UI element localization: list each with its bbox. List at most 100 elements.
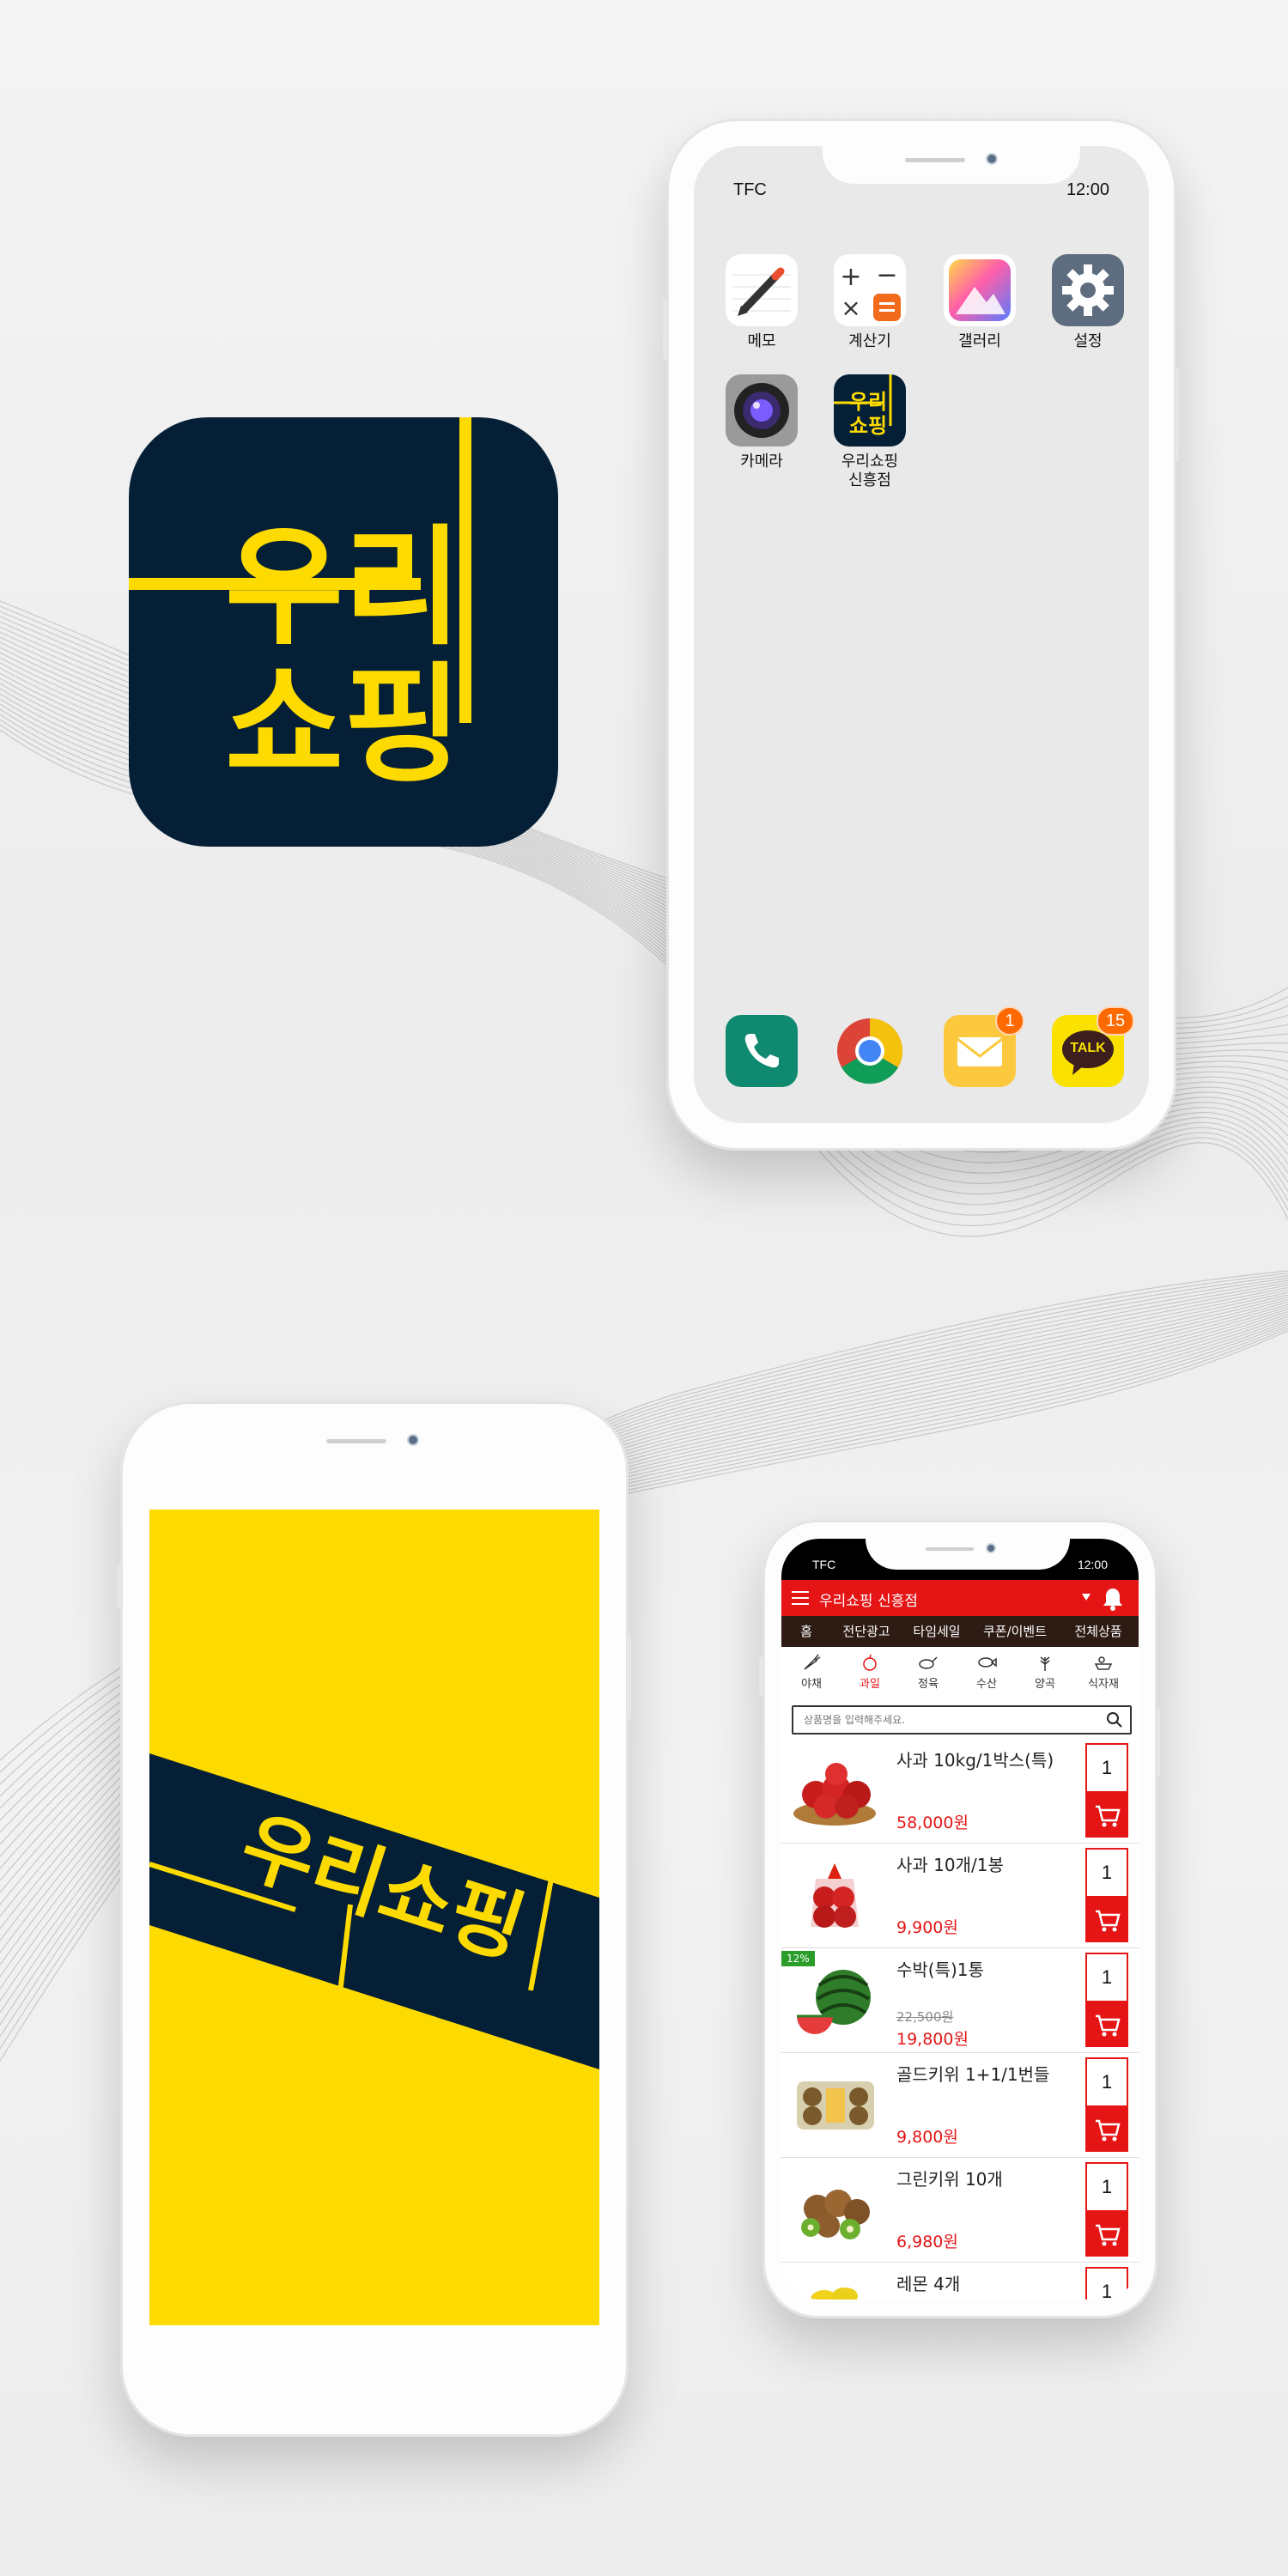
svg-text:−: − — [876, 260, 897, 290]
category-seafood[interactable]: 수산 — [958, 1652, 1015, 1691]
add-to-cart-button[interactable] — [1085, 1791, 1128, 1838]
status-carrier: TFC — [812, 1558, 836, 1571]
tab-timesale[interactable]: 타임세일 — [902, 1616, 972, 1647]
status-time: 12:00 — [1077, 1558, 1108, 1571]
app-memo[interactable]: 메모 — [714, 254, 809, 350]
app-label: 메모 — [747, 332, 776, 349]
dock-phone[interactable] — [714, 1015, 809, 1087]
splash-banner: 우리쇼핑 — [149, 1753, 599, 2069]
settings-icon — [1052, 254, 1124, 326]
product-image-watermelon — [797, 1970, 871, 2034]
product-original-price: 22,500원 — [896, 2009, 954, 2025]
power-button — [1175, 368, 1179, 462]
tab-home[interactable]: 홈 — [781, 1616, 831, 1649]
volume-button — [759, 1657, 763, 1695]
app-woori-shopping[interactable]: 우리 쇼핑 우리쇼핑 신흥점 — [823, 374, 917, 489]
product-image-apples-bag — [811, 1863, 859, 1928]
category-bar: 야채 과일 정육 수산 양곡 식자재 — [781, 1647, 1139, 1700]
quantity-input[interactable]: 1 — [1085, 1743, 1128, 1793]
category-grain[interactable]: 양곡 — [1017, 1652, 1073, 1691]
search-input[interactable] — [793, 1707, 1089, 1733]
phone-splash-screen: 우리쇼핑 — [117, 1401, 631, 2437]
quantity-input[interactable]: 1 — [1085, 1848, 1128, 1898]
power-button — [1156, 1709, 1160, 1777]
product-image-gold-kiwi — [797, 2081, 874, 2129]
grain-icon — [1040, 1656, 1050, 1671]
search-bar — [792, 1705, 1132, 1735]
product-row[interactable]: 사과 10kg/1박스(특) 58,000원 1 — [781, 1738, 1139, 1844]
dock-kakaotalk[interactable]: TALK 15 — [1041, 1006, 1135, 1087]
quantity-input[interactable]: 1 — [1085, 2267, 1128, 2300]
svg-text:+: + — [840, 262, 861, 292]
dock-chrome[interactable] — [823, 1015, 917, 1087]
tab-flyer[interactable]: 전단광고 — [831, 1616, 902, 1647]
product-row[interactable]: 12% 수박(특)1통 22,500원 19,800원 1 — [781, 1947, 1139, 2053]
app-logo-icon: 우리 쇼핑 — [129, 417, 558, 847]
product-name: 레몬 4개 — [896, 2274, 961, 2294]
app-label-line1: 우리쇼핑 — [841, 453, 899, 470]
cart-icon — [1096, 2119, 1121, 2142]
product-image-lemon — [811, 2287, 858, 2300]
cart-icon — [1096, 1805, 1121, 1827]
search-icon[interactable] — [1106, 1711, 1123, 1728]
ingredients-icon — [1094, 1656, 1113, 1670]
tab-coupon-event[interactable]: 쿠폰/이벤트 — [972, 1616, 1058, 1647]
category-fruit[interactable]: 과일 — [841, 1652, 898, 1691]
mail-icon: 1 — [944, 1006, 1024, 1087]
talk-text: TALK — [1070, 1041, 1106, 1055]
app-gallery[interactable]: 갤러리 — [933, 254, 1027, 350]
phone-shopping-app: TFC 12:00 우리쇼핑 신흥점 홈 전단광고 타임세일 쿠폰/이벤트 전체… — [759, 1520, 1160, 2318]
app-label-line2: 신흥점 — [848, 471, 891, 489]
product-price: 9,900원 — [896, 1918, 958, 1937]
home-screen: TFC 12:00 메모 + − × 계산기 갤러리 설정 카메라 우리 쇼핑 … — [694, 146, 1149, 1123]
menu-icon[interactable] — [792, 1591, 809, 1605]
store-name[interactable]: 우리쇼핑 신흥점 — [819, 1589, 918, 1610]
category-meat[interactable]: 정육 — [900, 1652, 957, 1691]
volume-button — [117, 1564, 121, 1607]
status-carrier: TFC — [733, 180, 767, 199]
product-price: 9,800원 — [896, 2128, 958, 2147]
product-row[interactable]: 사과 10개/1봉 9,900원 1 — [781, 1843, 1139, 1948]
quantity-input[interactable]: 1 — [1085, 2057, 1128, 2107]
category-label: 야채 — [801, 1678, 822, 1691]
app-label: 설정 — [1073, 332, 1103, 349]
category-label: 정육 — [918, 1678, 939, 1691]
kakaotalk-badge: 15 — [1097, 1006, 1134, 1036]
svg-text:쇼핑: 쇼핑 — [849, 414, 887, 438]
add-to-cart-button[interactable] — [1085, 2210, 1128, 2257]
product-name: 사과 10개/1봉 — [896, 1855, 1004, 1875]
app-calculator[interactable]: + − × 계산기 — [823, 254, 917, 350]
fish-icon — [978, 1657, 997, 1668]
front-camera — [986, 153, 998, 165]
notch — [249, 1429, 500, 1467]
splash-screen: 우리쇼핑 — [149, 1510, 599, 2325]
add-to-cart-button[interactable] — [1085, 2105, 1128, 2152]
wooriShopping-app-icon: 우리 쇼핑 — [834, 374, 906, 447]
product-price: 6,980원 — [896, 2233, 958, 2251]
tab-all-products[interactable]: 전체상품 — [1058, 1616, 1139, 1647]
app-label: 갤러리 — [958, 332, 1001, 349]
category-label: 과일 — [860, 1678, 880, 1691]
add-to-cart-button[interactable] — [1085, 1896, 1128, 1942]
app-camera[interactable]: 카메라 — [714, 374, 809, 471]
status-time: 12:00 — [1066, 180, 1109, 199]
app-settings[interactable]: 설정 — [1041, 254, 1135, 350]
calculator-icon: + − × — [834, 254, 906, 326]
add-to-cart-button[interactable] — [1085, 2001, 1128, 2047]
power-button — [627, 1633, 631, 1719]
quantity-input[interactable]: 1 — [1085, 2162, 1128, 2212]
product-row[interactable]: 그린키위 10개 6,980원 1 — [781, 2157, 1139, 2263]
product-name: 골드키위 1+1/1번들 — [896, 2064, 1050, 2085]
notch — [823, 146, 1080, 184]
quantity-input[interactable]: 1 — [1085, 1953, 1128, 2002]
category-vegetable[interactable]: 야채 — [783, 1652, 840, 1691]
product-row[interactable]: 레몬 4개 1 — [781, 2262, 1139, 2300]
notification-bell-icon[interactable] — [1101, 1587, 1125, 1611]
dropdown-arrow-icon[interactable] — [1082, 1594, 1091, 1601]
cart-icon — [1096, 2224, 1121, 2246]
dock-mail[interactable]: 1 — [933, 1006, 1027, 1087]
product-row[interactable]: 골드키위 1+1/1번들 9,800원 1 — [781, 2052, 1139, 2158]
category-ingredients[interactable]: 식자재 — [1075, 1652, 1132, 1691]
phone-home-screen: TFC 12:00 메모 + − × 계산기 갤러리 설정 카메라 우리 쇼핑 … — [663, 118, 1179, 1151]
camera-icon — [726, 374, 798, 447]
